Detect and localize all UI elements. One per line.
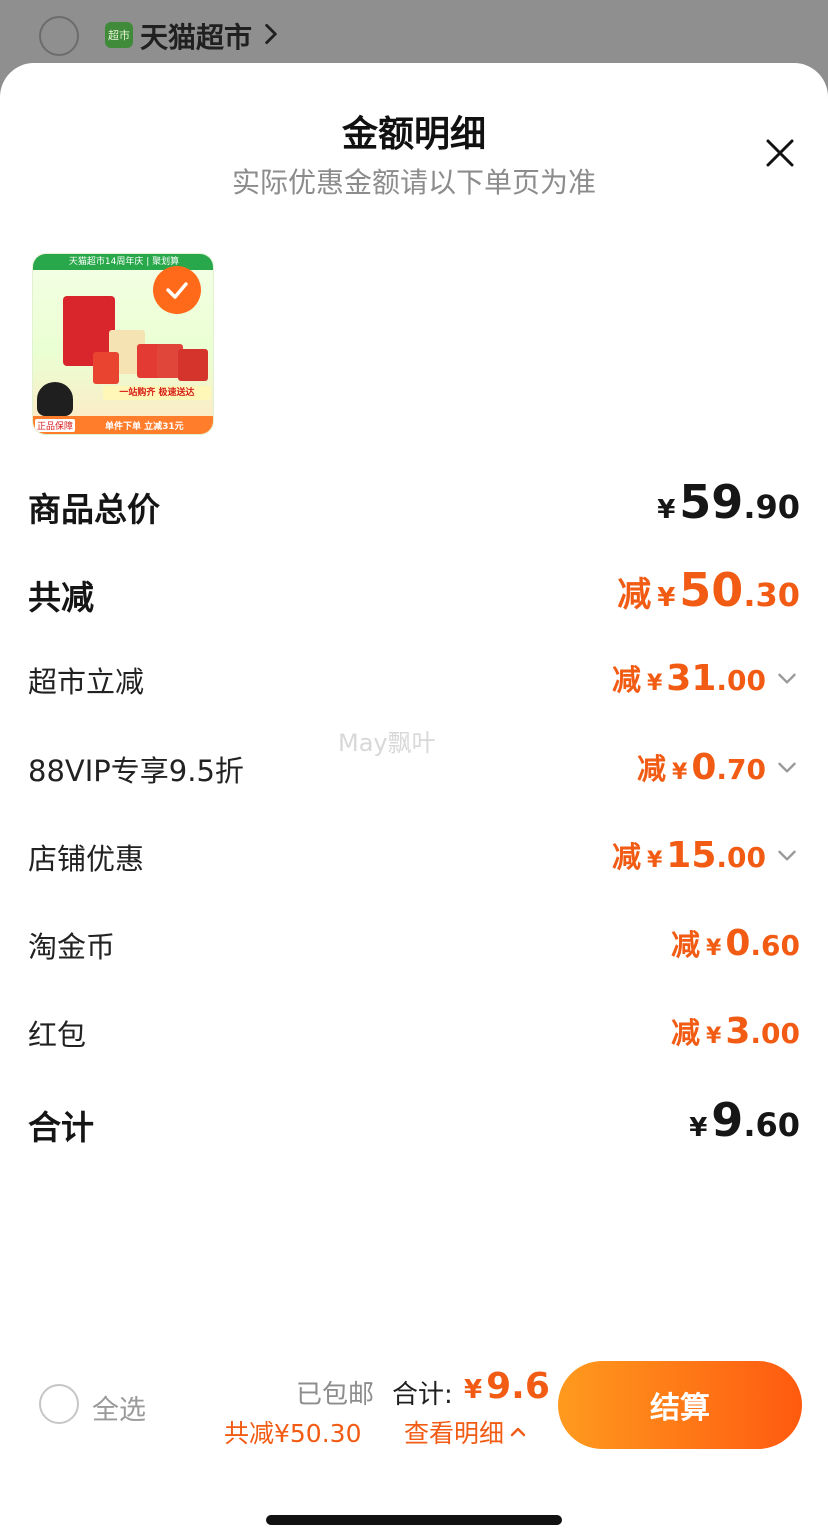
amount-integer: 31 [666,658,717,699]
total-amount: ¥ 9.6 [464,1366,550,1407]
savings-summary: 共减¥50.30 [224,1419,362,1448]
discount-prefix: 减 [637,752,667,786]
amount-row-value: 减 ¥0.60 [671,922,800,964]
amount-row-value: 减 ¥50.30 [617,563,800,617]
product-promo-strip: 正品保障 单件下单 立减31元 [33,416,213,434]
amount-row-value: 减 ¥0.70 [637,746,800,788]
amount-row-value: ¥59.90 [657,475,800,529]
close-icon [766,139,794,167]
amount-decimal: .70 [716,753,766,786]
chevron-down-icon[interactable] [774,754,800,780]
amount-detail-sheet: 金额明细 实际优惠金额请以下单页为准 天猫超市14周年庆 | 聚划算 一站购齐 … [0,63,828,1539]
authentic-badge: 正品保障 [35,419,76,432]
amount-row: 红包 减 ¥3.00 [28,1004,800,1064]
yen-symbol: ¥ [646,848,663,873]
amount-row: 共减 减 ¥50.30 [28,563,800,623]
amount-row-label: 店铺优惠 [28,842,145,876]
discount-prefix: 减 [671,1016,701,1050]
amount-row: 商品总价 ¥59.90 [28,475,800,535]
yen-symbol: ¥ [672,760,688,785]
yen-symbol: ¥ [657,583,676,613]
amount-row[interactable]: 超市立减 减 ¥31.00 [28,651,800,711]
chevron-down-icon[interactable] [774,842,800,868]
amount-decimal: .30 [743,576,800,614]
amount-decimal: .60 [743,1106,800,1144]
amount-row: 淘金币 减 ¥0.60 [28,916,800,976]
amount-row-value: 减 ¥15.00 [612,834,800,876]
amount-row-label: 88VIP专享9.5折 [28,754,244,788]
amount-row-value: 减 ¥3.00 [671,1010,800,1052]
selected-check-badge[interactable] [153,266,201,314]
select-all-label[interactable]: 全选 [92,1388,146,1427]
amount-row-label: 合计 [28,1108,94,1147]
amount-integer: 0 [725,923,751,964]
select-all-radio[interactable] [39,1384,79,1424]
tmall-cat-mascot [37,382,73,416]
product-pack [93,352,119,384]
amount-row: 合计 ¥9.60 [28,1093,800,1153]
amount-integer: 9 [711,1093,744,1147]
amount-row-value: ¥9.60 [689,1093,800,1147]
total-value: 9.6 [486,1366,550,1407]
total-yen: ¥ [464,1375,483,1405]
home-indicator [266,1515,562,1525]
discount-prefix: 减 [617,575,652,615]
amount-integer: 50 [679,563,744,617]
view-detail-label: 查看明细 [404,1419,505,1448]
amount-decimal: .00 [750,1017,800,1050]
view-detail-link[interactable]: 查看明细 [404,1414,528,1450]
chevron-down-icon[interactable] [774,665,800,691]
chevron-right-icon [265,23,277,45]
amount-row-label: 红包 [28,1018,87,1052]
amount-row[interactable]: 店铺优惠 减 ¥15.00 [28,828,800,888]
amount-integer: 59 [679,475,744,529]
yen-symbol: ¥ [706,936,722,961]
yen-symbol: ¥ [657,495,676,525]
shop-logo: 超市 [105,22,133,48]
amount-row-label: 淘金币 [28,930,116,964]
product-pack [178,349,208,381]
product-thumbnail[interactable]: 天猫超市14周年庆 | 聚划算 一站购齐 极速送达 正品保障 单件下单 立减31… [32,253,214,435]
total-label: 合计: [392,1380,453,1410]
promo-text: 单件下单 立减31元 [105,422,184,432]
discount-prefix: 减 [611,663,641,697]
sheet-subtitle: 实际优惠金额请以下单页为准 [231,166,596,199]
chevron-up-icon [510,1427,526,1437]
shipping-status: 已包邮 [296,1380,375,1410]
amount-row-label: 商品总价 [28,490,160,529]
amount-decimal: .00 [716,664,766,697]
amount-row-label: 共减 [28,578,94,617]
amount-row-label: 超市立减 [28,665,145,699]
shop-name[interactable]: 天猫超市 [140,16,252,56]
checkmark-icon [166,282,188,299]
amount-decimal: .90 [743,488,800,526]
watermark: May飘叶 [338,729,436,757]
yen-symbol: ¥ [689,1113,708,1143]
checkout-button[interactable]: 结算 [558,1361,802,1449]
product-slogan: 一站购齐 极速送达 [103,386,211,400]
amount-integer: 3 [725,1011,751,1052]
amount-row-value: 减 ¥31.00 [612,657,800,699]
yen-symbol: ¥ [706,1024,722,1049]
discount-prefix: 减 [611,840,641,874]
amount-decimal: .60 [750,929,800,962]
yen-symbol: ¥ [646,671,663,696]
close-button[interactable] [758,131,802,175]
amount-integer: 0 [691,747,717,788]
amount-integer: 15 [666,835,717,876]
discount-prefix: 减 [671,928,701,962]
shop-select-radio[interactable] [39,16,79,56]
sheet-title: 金额明细 [341,114,486,155]
amount-decimal: .00 [716,841,766,874]
